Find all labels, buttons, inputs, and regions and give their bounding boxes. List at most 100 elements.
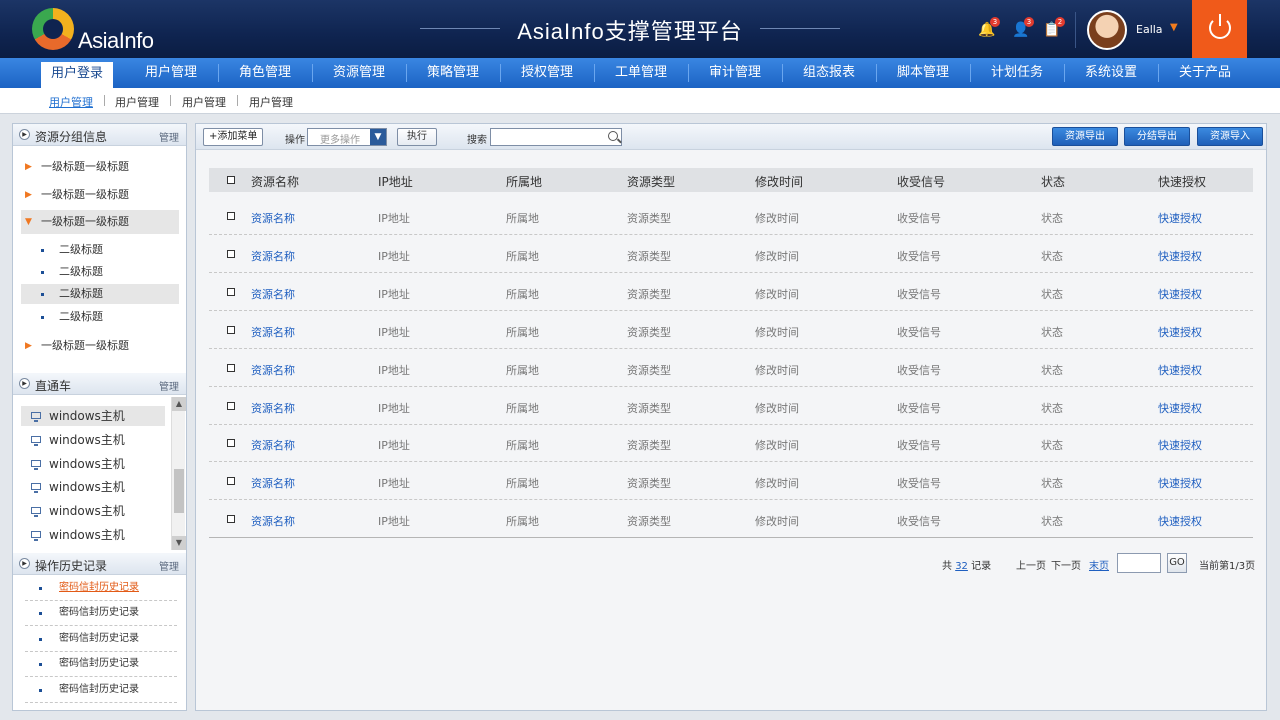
operation-label: 操作 bbox=[285, 135, 305, 146]
host-item[interactable]: windows主机 bbox=[21, 525, 165, 545]
add-menu-button[interactable]: +添加菜单 bbox=[203, 128, 264, 146]
col-modified-time[interactable]: 修改时间 bbox=[755, 173, 803, 190]
page-number-input[interactable] bbox=[1117, 553, 1161, 573]
select-all-checkbox[interactable] bbox=[227, 176, 235, 184]
groups-manage-link[interactable]: 管理 bbox=[159, 129, 179, 144]
execute-button[interactable]: 执行 bbox=[397, 128, 437, 146]
row-checkbox[interactable] bbox=[227, 364, 235, 372]
table-row: 资源名称 IP地址 所属地 资源类型 修改时间 收受信号 状态 快速授权 bbox=[209, 387, 1253, 425]
table-row: 资源名称 IP地址 所属地 资源类型 修改时间 收受信号 状态 快速授权 bbox=[209, 462, 1253, 500]
nav-item-user-management[interactable]: 用户管理 bbox=[124, 58, 218, 88]
host-item[interactable]: windows主机 bbox=[21, 454, 165, 474]
history-item[interactable]: 密码信封历史记录 bbox=[25, 652, 177, 677]
operation-select[interactable]: 更多操作 ▼ bbox=[307, 128, 387, 146]
user-icon[interactable]: 👤 3 bbox=[1012, 17, 1034, 38]
user-name[interactable]: Ealla bbox=[1136, 23, 1163, 36]
row-checkbox[interactable] bbox=[227, 402, 235, 410]
host-item[interactable]: windows主机 bbox=[21, 406, 165, 426]
subnav-item-4[interactable]: 用户管理 bbox=[249, 94, 293, 110]
main-nav: 用户登录 用户管理 角色管理 资源管理 策略管理 授权管理 工单管理 审计管理 … bbox=[0, 58, 1280, 88]
subnav-item-3[interactable]: 用户管理 bbox=[182, 94, 226, 110]
row-checkbox[interactable] bbox=[227, 439, 235, 447]
tree-item-expanded[interactable]: ▼ 一级标题一级标题 bbox=[21, 210, 179, 234]
current-page-label: 当前第1/3页 bbox=[1199, 561, 1256, 572]
row-checkbox[interactable] bbox=[227, 515, 235, 523]
export-split-button[interactable]: 分结导出 bbox=[1124, 127, 1190, 146]
subnav-item-1[interactable]: 用户管理 bbox=[49, 94, 93, 110]
search-icon[interactable] bbox=[608, 131, 618, 141]
history-item[interactable]: 密码信封历史记录 bbox=[25, 601, 177, 626]
nav-item-role-management[interactable]: 角色管理 bbox=[218, 58, 312, 88]
chevron-down-icon: ▼ bbox=[370, 129, 386, 145]
breadcrumb: 用户管理 用户管理 用户管理 用户管理 bbox=[0, 88, 1280, 114]
tree-sub-item[interactable]: 二级标题 bbox=[21, 262, 179, 282]
nav-item-reports[interactable]: 组态报表 bbox=[782, 58, 876, 88]
scroll-up-icon[interactable]: ▲ bbox=[172, 397, 186, 411]
host-list-scrollbar[interactable]: ▲ ▼ bbox=[171, 397, 186, 550]
play-icon: ▶ bbox=[19, 129, 30, 140]
last-page-link[interactable]: 末页 bbox=[1089, 557, 1109, 572]
search-input[interactable] bbox=[490, 128, 622, 146]
document-icon[interactable]: 📋 2 bbox=[1043, 17, 1065, 38]
direct-panel-title: 直通车 bbox=[35, 379, 72, 393]
tree-sub-item-selected[interactable]: 二级标题 bbox=[21, 284, 179, 304]
total-records: 共 32 记录 bbox=[942, 561, 992, 572]
row-checkbox[interactable] bbox=[227, 250, 235, 258]
prev-page-link[interactable]: 上一页 bbox=[1016, 557, 1046, 572]
host-item[interactable]: windows主机 bbox=[21, 477, 165, 497]
bell-icon[interactable]: 🔔 3 bbox=[978, 17, 1000, 38]
tree-item[interactable]: ▶ 一级标题一级标题 bbox=[21, 183, 179, 207]
power-button[interactable] bbox=[1192, 0, 1247, 58]
nav-item-system-settings[interactable]: 系统设置 bbox=[1064, 58, 1158, 88]
row-checkbox[interactable] bbox=[227, 326, 235, 334]
col-status[interactable]: 状态 bbox=[1041, 173, 1065, 190]
col-signal[interactable]: 收受信号 bbox=[897, 173, 945, 190]
row-checkbox[interactable] bbox=[227, 212, 235, 220]
nav-item-policy-management[interactable]: 策略管理 bbox=[406, 58, 500, 88]
nav-item-audit-management[interactable]: 审计管理 bbox=[688, 58, 782, 88]
tree-sub-item[interactable]: 二级标题 bbox=[21, 240, 179, 260]
scroll-thumb[interactable] bbox=[174, 469, 184, 513]
groups-panel-header: ▶ 资源分组信息 管理 bbox=[13, 124, 186, 146]
col-resource-type[interactable]: 资源类型 bbox=[627, 173, 675, 190]
scroll-down-icon[interactable]: ▼ bbox=[172, 536, 186, 550]
col-quick-auth[interactable]: 快速授权 bbox=[1158, 173, 1206, 190]
avatar[interactable] bbox=[1087, 10, 1127, 50]
import-resources-button[interactable]: 资源导入 bbox=[1197, 127, 1263, 146]
nav-item-about[interactable]: 关于产品 bbox=[1158, 58, 1252, 88]
history-panel-header: ▶ 操作历史记录 管理 bbox=[13, 553, 186, 575]
monitor-icon bbox=[31, 507, 41, 517]
next-page-link[interactable]: 下一页 bbox=[1051, 557, 1081, 572]
history-manage-link[interactable]: 管理 bbox=[159, 558, 179, 573]
host-item[interactable]: windows主机 bbox=[21, 430, 165, 450]
row-checkbox[interactable] bbox=[227, 288, 235, 296]
history-item-active[interactable]: 密码信封历史记录 bbox=[25, 576, 177, 601]
nav-item-script-management[interactable]: 脚本管理 bbox=[876, 58, 970, 88]
tree-sub-item[interactable]: 二级标题 bbox=[21, 307, 179, 327]
history-item[interactable]: 密码信封历史记录 bbox=[25, 627, 177, 652]
col-resource-name[interactable]: 资源名称 bbox=[251, 173, 299, 190]
table-row: 资源名称 IP地址 所属地 资源类型 修改时间 收受信号 状态 快速授权 bbox=[209, 424, 1253, 462]
export-resources-button[interactable]: 资源导出 bbox=[1052, 127, 1118, 146]
go-button[interactable]: GO bbox=[1167, 553, 1187, 573]
nav-item-auth-management[interactable]: 授权管理 bbox=[500, 58, 594, 88]
triangle-down-icon: ▼ bbox=[25, 217, 32, 227]
host-item[interactable]: windows主机 bbox=[21, 501, 165, 521]
row-checkbox[interactable] bbox=[227, 477, 235, 485]
tree-item[interactable]: ▶ 一级标题一级标题 bbox=[21, 334, 179, 358]
total-count[interactable]: 32 bbox=[955, 561, 968, 572]
monitor-icon bbox=[31, 436, 41, 446]
subnav-item-2[interactable]: 用户管理 bbox=[115, 94, 159, 110]
nav-item-resource-management[interactable]: 资源管理 bbox=[312, 58, 406, 88]
nav-item-user-login[interactable]: 用户登录 bbox=[41, 62, 113, 88]
nav-item-ticket-management[interactable]: 工单管理 bbox=[594, 58, 688, 88]
nav-item-scheduled-tasks[interactable]: 计划任务 bbox=[970, 58, 1064, 88]
direct-manage-link[interactable]: 管理 bbox=[159, 378, 179, 393]
chevron-down-icon[interactable]: ▼ bbox=[1170, 22, 1178, 33]
col-ip[interactable]: IP地址 bbox=[378, 173, 413, 190]
col-location[interactable]: 所属地 bbox=[506, 173, 542, 190]
history-item[interactable]: 密码信封历史记录 bbox=[25, 678, 177, 703]
tree-item[interactable]: ▶ 一级标题一级标题 bbox=[21, 155, 179, 179]
monitor-icon bbox=[31, 460, 41, 470]
table-row: 资源名称 IP地址 所属地 资源类型 修改时间 收受信号 状态 快速授权 bbox=[209, 273, 1253, 311]
